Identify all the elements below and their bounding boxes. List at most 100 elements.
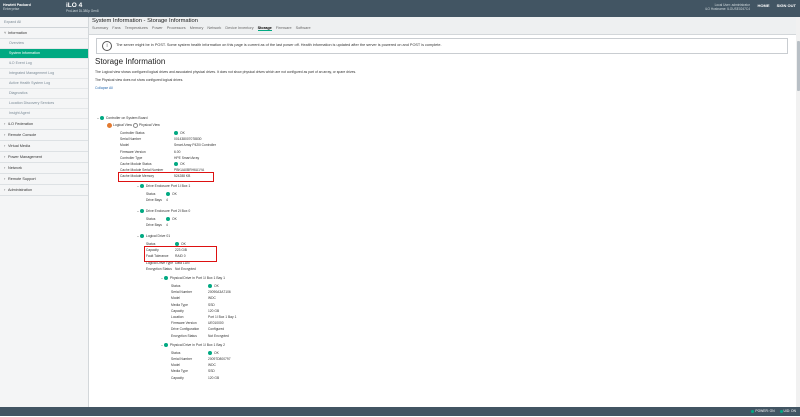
view-selector: Logical View Physical View — [107, 122, 160, 128]
sidebar-item-virtual-media[interactable]: › Virtual Media — [0, 141, 88, 152]
physical-drive-node-1[interactable]: – Physical Drive in Port 1I Box 1 Bay 2 — [161, 342, 225, 348]
controller-prop-0-value-text: OK — [180, 131, 185, 135]
physical-drive-1-prop-2-value-text: WDC — [208, 363, 216, 368]
physical-drive-0-prop-4-value-text: 120 GB — [208, 308, 220, 313]
ok-status-icon — [174, 131, 178, 136]
physical-drive-0-prop-8-key: Encryption Status — [171, 333, 197, 338]
sidebar-item-information[interactable]: ˅ Information — [0, 28, 88, 39]
sidebar-subitem-integrated-management-log[interactable]: Integrated Management Log — [0, 69, 88, 79]
sidebar-subitem-diagnostics[interactable]: Diagnostics — [0, 89, 88, 99]
physical-drive-1-prop-4-value-text: 120 GB — [208, 375, 220, 380]
section-title: Storage Information — [95, 57, 166, 66]
hpe-logo: Hewlett Packard Enterprise — [3, 3, 31, 11]
brand-line2: Enterprise — [3, 7, 20, 11]
tab-firmware[interactable]: Firmware — [276, 26, 292, 30]
sidebar-item-remote-support[interactable]: › Remote Support — [0, 174, 88, 185]
physical-drive-0-prop-8-value-text: Not Encrypted — [208, 333, 229, 338]
page-title: System Information - Storage Information — [92, 18, 198, 24]
power-status: POWER: ON — [755, 409, 775, 413]
user-info: Local User: administrator iLO Hostname: … — [705, 3, 750, 11]
logical-view-label: Logical View — [113, 123, 133, 127]
tab-power[interactable]: Power — [152, 26, 163, 30]
status-indicators: POWER: ON UID: ON — [747, 409, 796, 413]
controller-node[interactable]: – Controller on System Board — [97, 115, 147, 121]
sidebar-item-power-management[interactable]: › Power Management — [0, 152, 88, 163]
physical-view-radio[interactable] — [132, 122, 138, 128]
sidebar-item-label: Administration — [8, 188, 33, 192]
sidebar-subitem-active-health-system-log[interactable]: Active Health System Log — [0, 79, 88, 89]
physical-drive-1-prop-4: Capacity 120 GB — [171, 375, 219, 381]
sidebar-item-network[interactable]: › Network — [0, 163, 88, 174]
sidebar-subitem-ilo-event-log[interactable]: iLO Event Log — [0, 59, 88, 69]
sidebar-item-administration[interactable]: › Administration — [0, 185, 88, 196]
top-links: HOME SIGN OUT — [752, 3, 796, 8]
tab-storage[interactable]: Storage — [257, 26, 272, 31]
scrollbar[interactable] — [796, 17, 800, 407]
physical-drive-0-prop-1-value-text: 20090A3A7106 — [208, 290, 231, 295]
tab-device-inventory[interactable]: Device Inventory — [225, 26, 253, 30]
physical-view-label: Physical View — [138, 123, 160, 127]
enclosure-1-bays-key: Drive Bays — [146, 223, 162, 227]
enclosure-node-0[interactable]: – Drive Enclosure Port 1I Box 1 — [137, 183, 190, 189]
tab-software[interactable]: Software — [296, 26, 311, 30]
enclosure-0-label: Drive Enclosure Port 1I Box 1 — [145, 183, 191, 188]
sidebar-item-label: Network — [8, 166, 22, 170]
enclosure-1-status-icon — [139, 208, 144, 213]
physical-drive-0-prop-0-value-text: OK — [214, 284, 219, 288]
physical-drive-0-prop-8-value: Not Encrypted — [208, 333, 229, 339]
tab-fans[interactable]: Fans — [112, 26, 120, 30]
logical-drive-node[interactable]: – Logical Drive 01 — [137, 233, 170, 239]
physical-drive-0-prop-8: Encryption Status Not Encrypted — [171, 333, 229, 339]
logical-drive-prop-3-value-text: Data LUN — [175, 260, 190, 265]
uid-status[interactable]: UID: ON — [784, 409, 796, 413]
tab-memory[interactable]: Memory — [190, 26, 204, 30]
logical-drive-status-icon — [139, 234, 144, 239]
desc-physical: The Physical view does not show configur… — [95, 78, 184, 82]
controller-label: Controller on System Board — [105, 116, 148, 120]
sidebar-subitem-system-information[interactable]: System Information — [0, 49, 88, 59]
logical-drive-prop-4-value: Not Encrypted — [175, 266, 196, 272]
info-icon: i — [102, 41, 112, 51]
status-bar: POWER: ON UID: ON — [0, 407, 800, 416]
desc-logical: The Logical view shows configured logica… — [95, 70, 357, 74]
tab-summary[interactable]: Summary — [92, 26, 108, 30]
sidebar-item-ilo-federation[interactable]: › iLO Federation — [0, 119, 88, 130]
enclosure-node-1[interactable]: – Drive Enclosure Port 2I Box 0 — [137, 208, 190, 214]
enclosure-0-status-value-text: OK — [172, 191, 177, 196]
expand-all-link[interactable]: Expand All — [0, 17, 88, 28]
sidebar-subitem-location-discovery-services[interactable]: Location Discovery Services — [0, 99, 88, 109]
physical-drive-1-prop-3-value-text: SSD — [208, 369, 215, 374]
controller-prop-1-value-text: 001438007078830 — [174, 137, 202, 142]
power-status-icon — [751, 409, 755, 413]
logical-drive-prop-4: Encryption Status Not Encrypted — [146, 266, 196, 272]
tab-temperatures[interactable]: Temperatures — [125, 26, 148, 30]
tab-bar: Summary Fans Temperatures Power Processors Me… — [92, 26, 315, 31]
sign-out-link[interactable]: SIGN OUT — [777, 3, 796, 8]
sidebar-item-label: Virtual Media — [8, 144, 31, 148]
sidebar-item-label: Information — [8, 31, 27, 35]
controller-prop-5-value-text: OK — [180, 162, 185, 166]
ok-status-icon — [166, 191, 170, 196]
sidebar: Expand All ˅ Information Overview System In… — [0, 17, 89, 407]
logical-drive-prop-4-key: Encryption Status — [146, 266, 172, 271]
uid-status-icon — [779, 409, 783, 413]
sidebar-item-label: iLO Federation — [8, 122, 34, 126]
collapse-all-link[interactable]: Collapse All — [95, 86, 785, 90]
enclosure-0-status-icon — [139, 183, 144, 188]
home-link[interactable]: HOME — [758, 3, 770, 8]
physical-drive-0-prop-7-value-text: Configured — [208, 327, 225, 332]
ok-status-icon — [208, 284, 212, 289]
tab-processors[interactable]: Processors — [167, 26, 186, 30]
physical-drive-node-0[interactable]: – Physical Drive in Port 1I Box 1 Bay 1 — [161, 275, 225, 281]
sidebar-subitem-insight-agent[interactable]: Insight Agent — [0, 109, 88, 119]
product-subtitle: ProLiant DL380p Gen8 — [66, 9, 99, 13]
sidebar-item-remote-console[interactable]: › Remote Console — [0, 130, 88, 141]
tab-network[interactable]: Network — [207, 26, 221, 30]
physical-drive-1-prop-0-value-text: OK — [214, 350, 219, 355]
sidebar-subitem-overview[interactable]: Overview — [0, 39, 88, 49]
scrollbar-thumb[interactable] — [796, 41, 800, 91]
logical-drive-prop-4-value-text: Not Encrypted — [175, 266, 196, 271]
physical-drive-0-prop-6-value-text: UE010000 — [208, 321, 224, 326]
physical-drive-0-prop-2-value-text: WDC — [208, 296, 216, 301]
logical-view-radio[interactable] — [107, 122, 112, 128]
